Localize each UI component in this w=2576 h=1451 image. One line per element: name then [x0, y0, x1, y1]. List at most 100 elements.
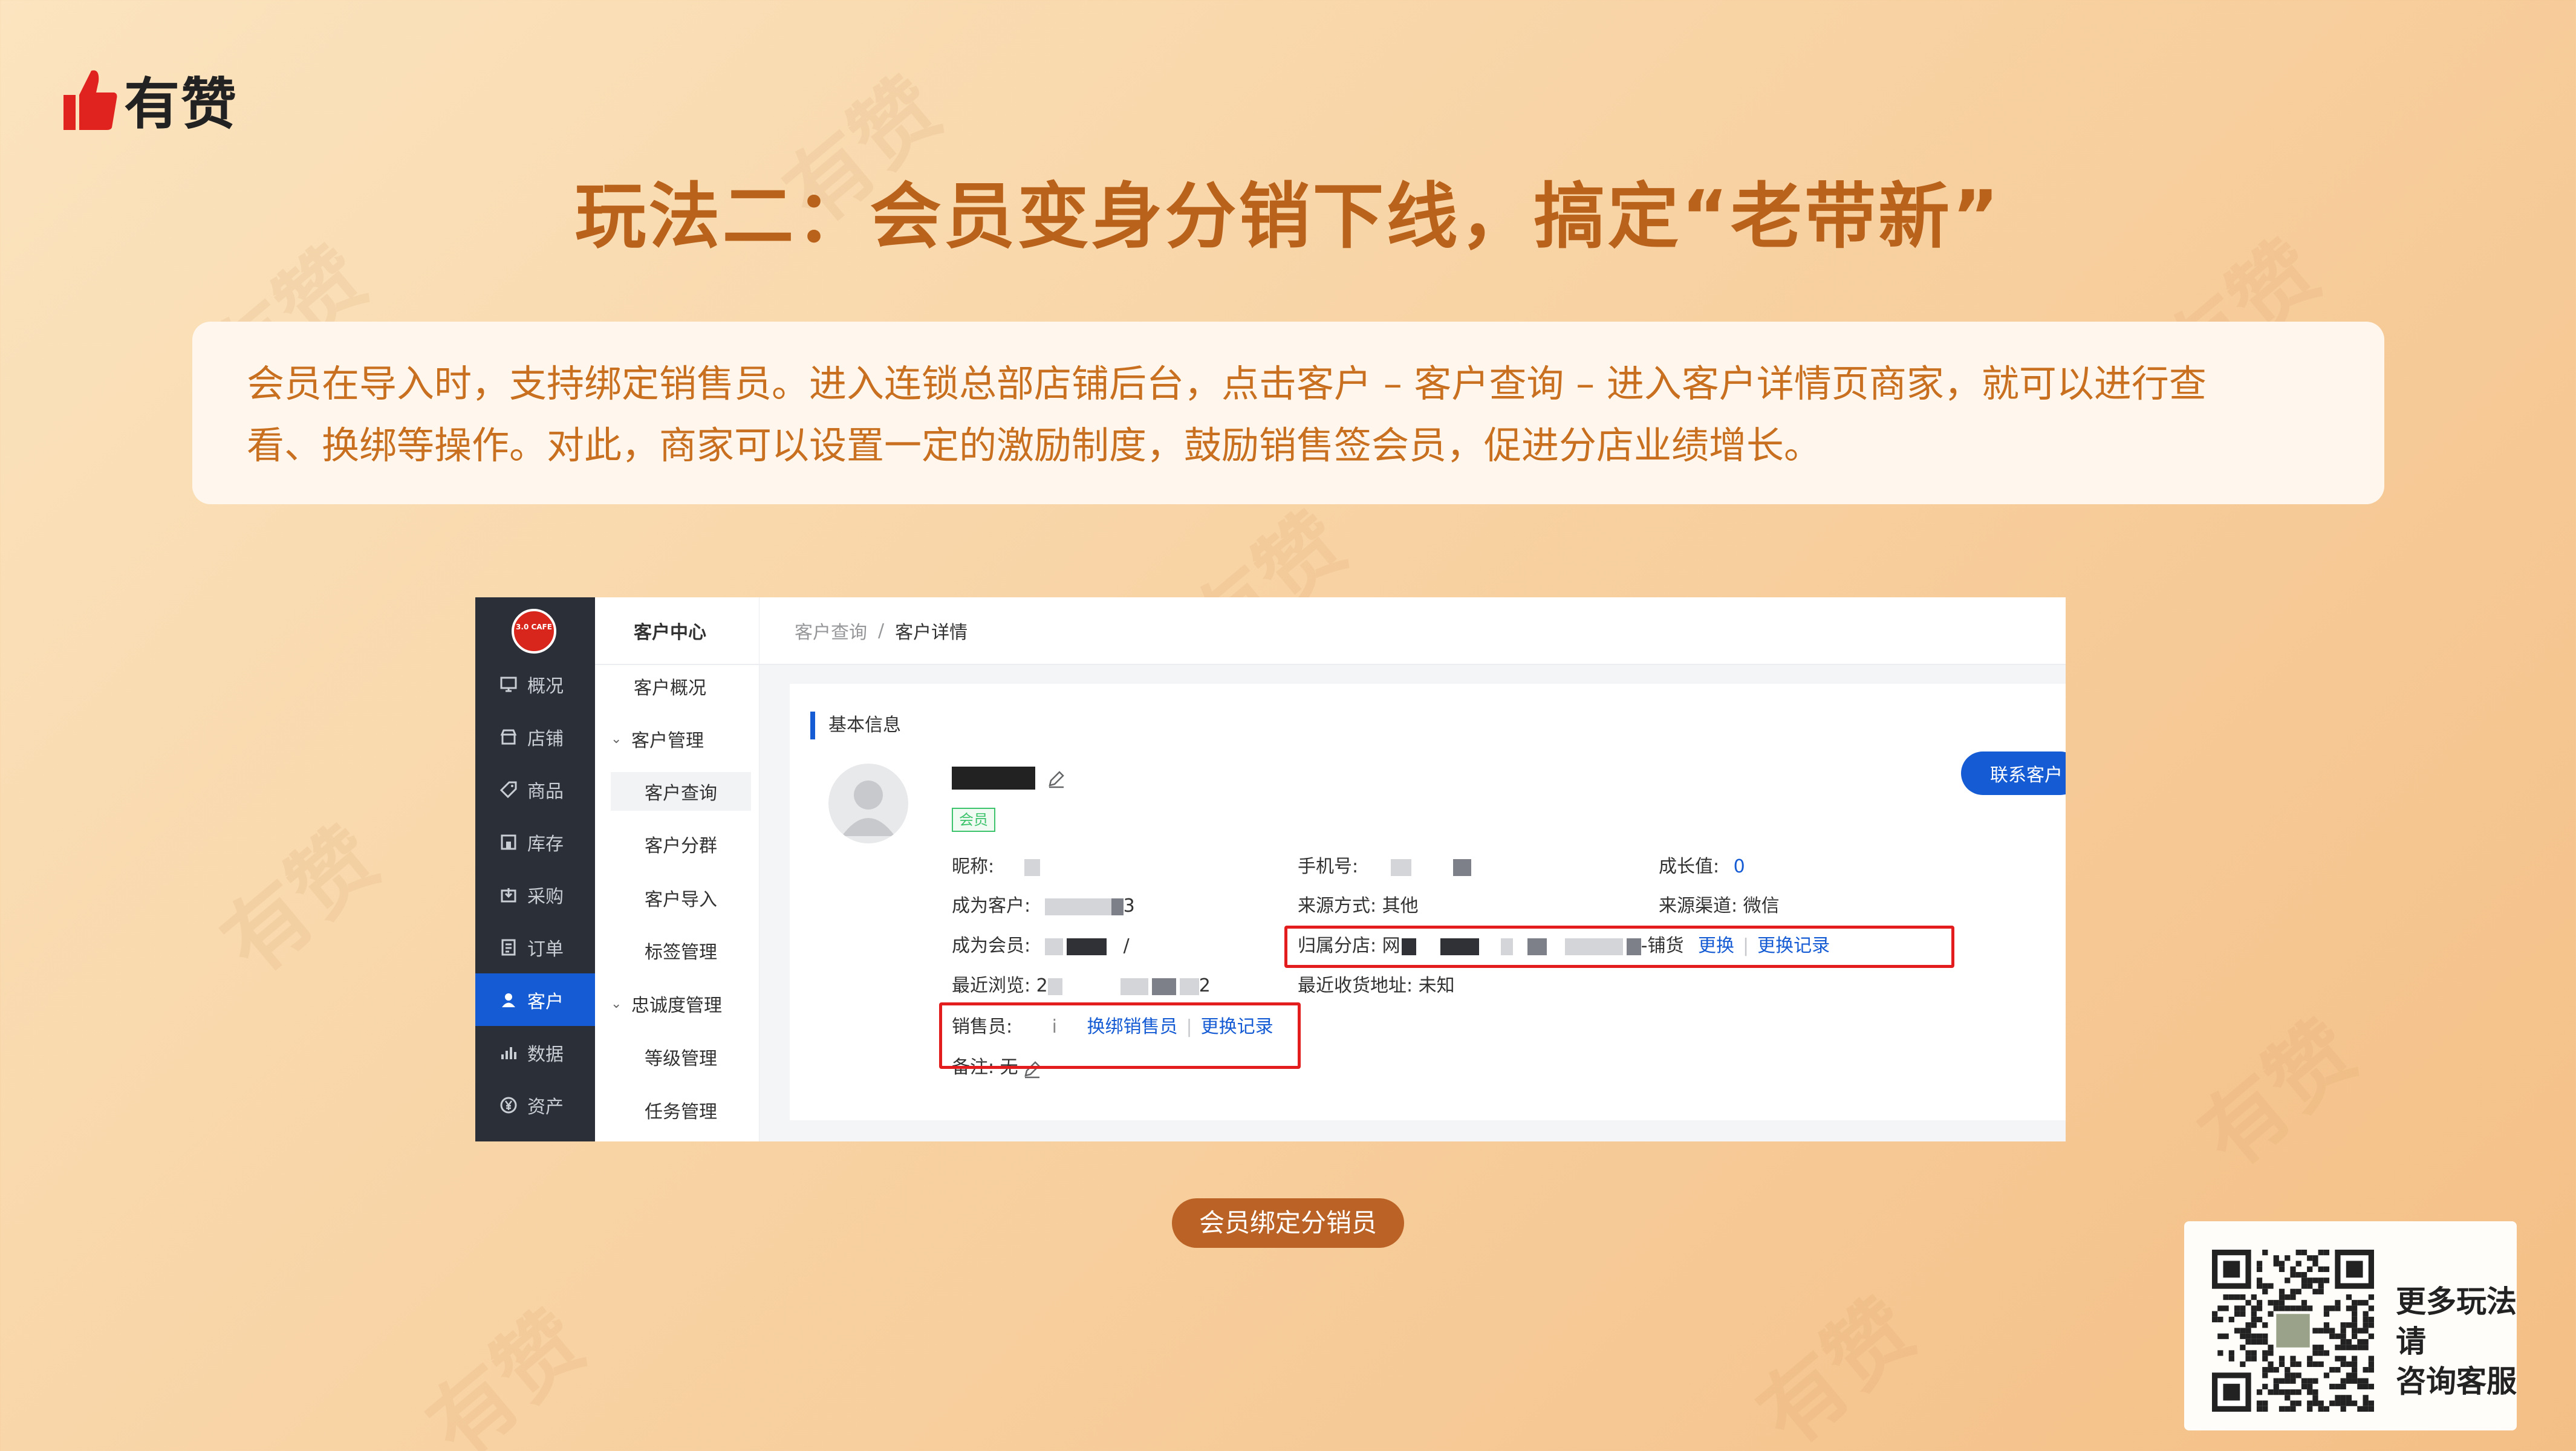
sidebar-item-overview[interactable]: 概况 [475, 658, 595, 710]
redacted-value [1390, 859, 1411, 876]
submenu-item-tag-management[interactable]: 标签管理 [595, 931, 759, 970]
monitor-icon [498, 674, 519, 695]
watermark: 有赞 [410, 1293, 603, 1451]
redacted-value [1453, 859, 1472, 876]
sidebar-item-label: 商品 [527, 781, 564, 802]
avatar [828, 764, 908, 843]
qr-contact-card: 更多玩法请 咨询客服 [2184, 1221, 2517, 1430]
source-channel-field: 来源渠道: 微信 [1659, 894, 1780, 919]
sidebar-item-label: 采购 [527, 886, 564, 907]
order-icon [498, 937, 519, 958]
sidebar-item-label: 库存 [527, 833, 564, 855]
customer-name-redacted [952, 767, 1035, 790]
sidebar-item-purchase[interactable]: 采购 [475, 868, 595, 921]
field-value: 其他 [1382, 895, 1419, 917]
sidebar-item-label: 概况 [527, 675, 564, 697]
redacted-value [1047, 978, 1062, 995]
submenu-item-customer-import[interactable]: 客户导入 [595, 878, 759, 917]
sidebar-item-label: 店铺 [527, 728, 564, 750]
brand-logo: 有赞 [63, 59, 238, 140]
salesperson-highlight-box [939, 1002, 1301, 1069]
chevron-down-icon: ⌄ [611, 996, 622, 1011]
redacted-value [1024, 859, 1040, 876]
description-card: 会员在导入时，支持绑定销售员。进入连锁总部店铺后台，点击客户 – 客户查询 – … [192, 322, 2384, 504]
field-value-head: 2 [1036, 975, 1048, 996]
field-label: 最近浏览: [952, 975, 1031, 996]
redacted-value [1151, 978, 1176, 995]
field-value: 未知 [1418, 975, 1455, 996]
submenu-group-customer-management[interactable]: ⌄ 客户管理 [595, 719, 759, 758]
field-value-tail: 3 [1123, 895, 1135, 917]
screenshot-caption: 会员绑定分销员 [1172, 1198, 1404, 1248]
field-label: 来源渠道: [1659, 895, 1738, 917]
thumbs-up-icon [63, 70, 117, 130]
redacted-value [1111, 898, 1124, 915]
field-label: 成为客户: [952, 895, 1031, 917]
sidebar-item-store[interactable]: 店铺 [475, 710, 595, 763]
store-icon [498, 727, 519, 747]
field-label: 成长值: [1659, 856, 1720, 877]
field-label: 最近收货地址: [1298, 975, 1413, 996]
customer-info-card: 基本信息 会员 联系客户 昵称: 手机号: 成长值: 0 成为客户: 3 来源方… [790, 684, 2066, 1120]
field-label: 昵称: [952, 856, 995, 877]
submenu-header: 客户中心 [595, 597, 759, 665]
branch-highlight-box [1284, 926, 1954, 968]
submenu-item-overview[interactable]: 客户概况 [595, 667, 759, 706]
qr-text: 更多玩法请 咨询客服 [2396, 1282, 2517, 1401]
recent-visit-field: 最近浏览: 2 2 [952, 973, 1211, 999]
submenu-item-level-management[interactable]: 等级管理 [595, 1037, 759, 1076]
sidebar-item-assets[interactable]: 资产 [475, 1079, 595, 1131]
redacted-value [1120, 978, 1148, 995]
source-method-field: 来源方式: 其他 [1298, 894, 1419, 919]
brand-name: 有赞 [124, 72, 238, 137]
section-title: 基本信息 [810, 712, 901, 739]
submenu-item-customer-groups[interactable]: 客户分群 [595, 825, 759, 863]
submenu-group-label: 忠诚度管理 [631, 995, 722, 1016]
breadcrumb: 客户查询 / 客户详情 [759, 597, 2066, 665]
sidebar-item-inventory[interactable]: 库存 [475, 816, 595, 868]
submenu-item-task-management[interactable]: 任务管理 [595, 1091, 759, 1129]
sidebar-item-orders[interactable]: 订单 [475, 921, 595, 973]
admin-screenshot: 3.0 CAFE 概况 店铺 商品 库存 采购 订单 客户 数据 资产 客户中心… [475, 597, 2066, 1141]
redacted-value [1044, 938, 1063, 955]
primary-sidebar: 3.0 CAFE 概况 店铺 商品 库存 采购 订单 客户 数据 资产 [475, 597, 595, 1141]
redacted-value [1044, 898, 1111, 915]
address-field: 最近收货地址: 未知 [1298, 973, 1455, 999]
submenu-item-customer-query[interactable]: 客户查询 [611, 772, 751, 811]
field-value: 微信 [1743, 895, 1780, 917]
field-label: 来源方式: [1298, 895, 1377, 917]
secondary-sidebar: 客户中心 客户概况 ⌄ 客户管理 客户查询 客户分群 客户导入 标签管理 ⌄ 忠… [595, 597, 759, 1141]
sidebar-item-customers[interactable]: 客户 [475, 973, 595, 1026]
watermark: 有赞 [1740, 1281, 1934, 1451]
sidebar-item-label: 客户 [527, 991, 564, 1013]
watermark: 有赞 [2182, 1002, 2375, 1187]
contact-customer-button[interactable]: 联系客户 [1961, 751, 2066, 795]
field-value-tail: 2 [1199, 975, 1211, 996]
user-icon [498, 990, 519, 1010]
purchase-icon [498, 885, 519, 905]
growth-value[interactable]: 0 [1734, 856, 1745, 877]
redacted-value [1066, 938, 1107, 955]
store-logo[interactable]: 3.0 CAFE [512, 609, 556, 654]
became-customer-field: 成为客户: 3 [952, 894, 1135, 919]
main-content: 客户查询 / 客户详情 基本信息 会员 联系客户 昵称: 手机号: 成长值: 0… [759, 597, 2066, 1141]
field-value-tail: / [1123, 935, 1130, 956]
sidebar-item-goods[interactable]: 商品 [475, 763, 595, 816]
edit-icon[interactable] [1046, 768, 1067, 789]
chart-icon [498, 1042, 519, 1063]
sidebar-item-label: 订单 [527, 938, 564, 960]
became-member-field: 成为会员: / [952, 933, 1130, 959]
yen-icon [498, 1095, 519, 1115]
breadcrumb-separator: / [878, 620, 885, 641]
warehouse-icon [498, 832, 519, 852]
description-line-1: 会员在导入时，支持绑定销售员。进入连锁总部店铺后台，点击客户 – 客户查询 – … [247, 362, 2207, 406]
sidebar-item-data[interactable]: 数据 [475, 1026, 595, 1079]
qr-text-line-1: 更多玩法请 [2396, 1284, 2517, 1359]
breadcrumb-parent[interactable]: 客户查询 [795, 617, 867, 644]
page-title: 玩法二：会员变身分销下线，搞定“老带新” [574, 175, 2002, 258]
submenu-group-loyalty[interactable]: ⌄ 忠诚度管理 [595, 984, 759, 1023]
field-label: 成为会员: [952, 935, 1031, 956]
sidebar-item-label: 资产 [527, 1096, 564, 1118]
watermark: 有赞 [204, 809, 398, 994]
qr-code[interactable] [2212, 1250, 2374, 1412]
